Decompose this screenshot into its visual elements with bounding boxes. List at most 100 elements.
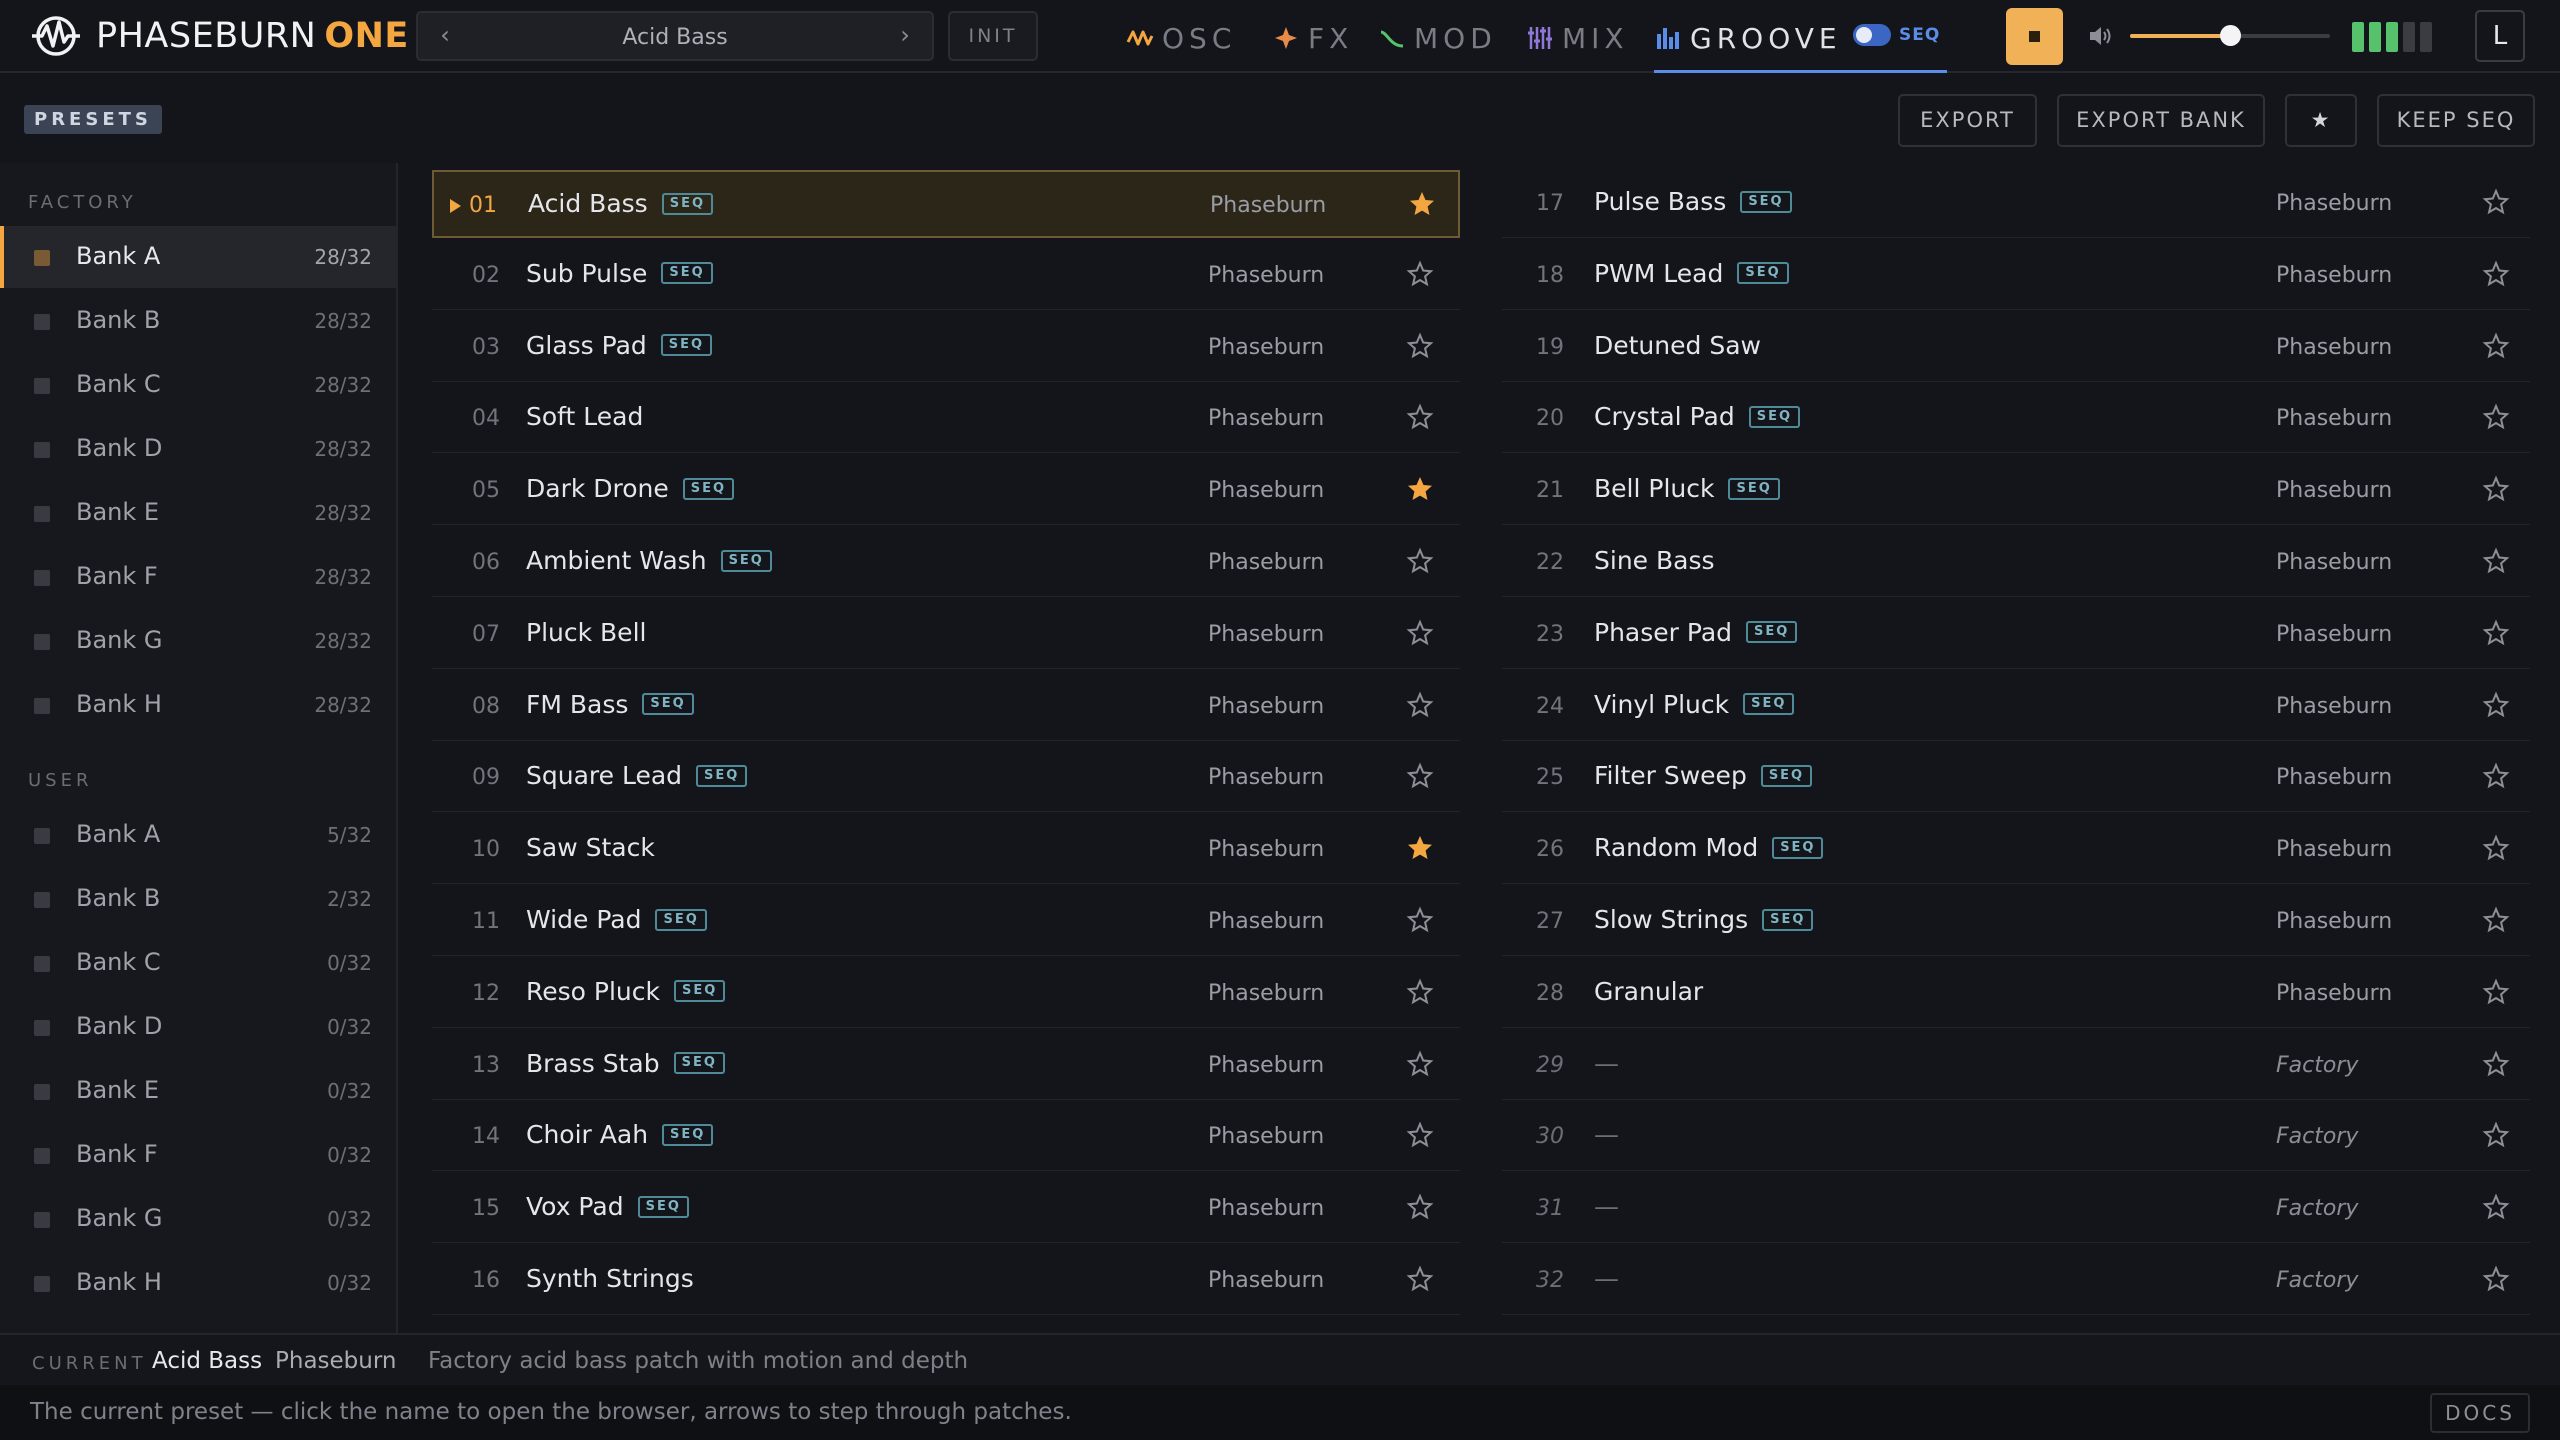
preset-row[interactable]: 26 Random Mod SEQ Phaseburn	[1502, 816, 2530, 885]
current-preset-name[interactable]: Acid Bass	[152, 1348, 262, 1374]
preset-row[interactable]: 16 Synth Strings Phaseburn	[432, 1247, 1460, 1315]
bank-item[interactable]: Bank A 28/32	[0, 226, 396, 288]
export-button[interactable]: EXPORT	[1898, 94, 2037, 147]
bank-item[interactable]: Bank H 0/32	[0, 1252, 396, 1314]
empty-preset-slot[interactable]: 29 — Factory	[1502, 1032, 2530, 1100]
favorite-star-icon[interactable]	[2482, 475, 2510, 503]
bank-item[interactable]: Bank H 28/32	[0, 674, 396, 736]
favorite-star-icon[interactable]	[2482, 332, 2510, 360]
lock-button[interactable]: L	[2475, 10, 2525, 62]
tab-fx[interactable]: FX	[1272, 18, 1353, 58]
docs-button[interactable]: DOCS	[2430, 1393, 2530, 1433]
preset-row[interactable]: 05 Dark Drone SEQ Phaseburn	[432, 457, 1460, 526]
tab-mix[interactable]: MIX	[1526, 18, 1629, 58]
preset-row[interactable]: 19 Detuned Saw Phaseburn	[1502, 314, 2530, 382]
favorite-star-icon[interactable]	[2482, 906, 2510, 934]
bank-item[interactable]: Bank G 0/32	[0, 1188, 396, 1250]
preset-row[interactable]: 04 Soft Lead Phaseburn	[432, 385, 1460, 454]
volume-knob[interactable]	[2220, 25, 2241, 46]
tab-osc[interactable]: OSC	[1126, 18, 1236, 58]
favorite-star-icon[interactable]	[2482, 260, 2510, 288]
favorite-star-icon[interactable]	[1406, 1265, 1434, 1293]
favorite-star-icon[interactable]	[1406, 260, 1434, 288]
favorite-star-icon[interactable]	[1406, 906, 1434, 934]
preset-row[interactable]: 02 Sub Pulse SEQ Phaseburn	[432, 242, 1460, 310]
bank-item[interactable]: Bank G 28/32	[0, 610, 396, 672]
bank-item[interactable]: Bank E 28/32	[0, 482, 396, 544]
bank-item[interactable]: Bank C 28/32	[0, 354, 396, 416]
favorite-star-icon[interactable]	[2482, 691, 2510, 719]
seq-toggle-switch[interactable]	[1853, 24, 1891, 46]
preset-row[interactable]: 21 Bell Pluck SEQ Phaseburn	[1502, 457, 2530, 526]
bank-item[interactable]: Bank C 0/32	[0, 932, 396, 994]
preset-row[interactable]: 17 Pulse Bass SEQ Phaseburn	[1502, 170, 2530, 238]
preset-row[interactable]: 22 Sine Bass Phaseburn	[1502, 529, 2530, 597]
favorite-star-icon[interactable]	[1406, 619, 1434, 647]
keep-seq-button[interactable]: KEEP SEQ	[2377, 94, 2535, 147]
favorite-star-icon[interactable]	[1406, 332, 1434, 360]
favorite-star-icon[interactable]	[2482, 978, 2510, 1006]
bank-item[interactable]: Bank F 0/32	[0, 1124, 396, 1186]
preset-row[interactable]: 27 Slow Strings SEQ Phaseburn	[1502, 888, 2530, 956]
favorite-star-icon[interactable]	[2482, 188, 2510, 216]
favorite-star-icon[interactable]	[1406, 547, 1434, 575]
favorite-star-icon[interactable]	[2482, 834, 2510, 862]
favorite-star-icon[interactable]	[1406, 762, 1434, 790]
preset-row[interactable]: 08 FM Bass SEQ Phaseburn	[432, 673, 1460, 741]
preset-row[interactable]: 20 Crystal Pad SEQ Phaseburn	[1502, 385, 2530, 454]
favorite-star-icon[interactable]	[2482, 762, 2510, 790]
favorite-star-icon[interactable]	[2482, 1265, 2510, 1293]
preset-row[interactable]: 25 Filter Sweep SEQ Phaseburn	[1502, 744, 2530, 813]
tab-mod[interactable]: MOD	[1378, 18, 1497, 58]
preset-row[interactable]: 15 Vox Pad SEQ Phaseburn	[432, 1175, 1460, 1244]
empty-preset-slot[interactable]: 30 — Factory	[1502, 1103, 2530, 1172]
preset-row[interactable]: 24 Vinyl Pluck SEQ Phaseburn	[1502, 673, 2530, 741]
favorite-star-icon[interactable]	[2482, 1193, 2510, 1221]
bank-item[interactable]: Bank D 0/32	[0, 996, 396, 1058]
stop-button[interactable]	[2006, 8, 2063, 65]
favorite-star-icon[interactable]	[2482, 619, 2510, 647]
preset-row[interactable]: 14 Choir Aah SEQ Phaseburn	[432, 1103, 1460, 1172]
preset-row[interactable]: 12 Reso Pluck SEQ Phaseburn	[432, 960, 1460, 1028]
favorite-star-filled-icon[interactable]	[1406, 834, 1434, 862]
bank-item[interactable]: Bank D 28/32	[0, 418, 396, 480]
bank-item[interactable]: Bank F 28/32	[0, 546, 396, 608]
favorite-star-icon[interactable]	[2482, 547, 2510, 575]
preset-row[interactable]: 09 Square Lead SEQ Phaseburn	[432, 744, 1460, 813]
favorite-star-icon[interactable]	[1406, 403, 1434, 431]
init-button[interactable]: INIT	[948, 11, 1038, 61]
bank-item[interactable]: Bank B 2/32	[0, 868, 396, 930]
export-bank-button[interactable]: EXPORT BANK	[2057, 94, 2265, 147]
preset-row[interactable]: 13 Brass Stab SEQ Phaseburn	[432, 1032, 1460, 1100]
next-preset-button[interactable]: ›	[890, 21, 920, 49]
empty-preset-slot[interactable]: 32 — Factory	[1502, 1247, 2530, 1315]
prev-preset-button[interactable]: ‹	[430, 21, 460, 49]
favorite-star-icon[interactable]	[2482, 1121, 2510, 1149]
seq-toggle[interactable]: SEQ	[1853, 24, 1940, 46]
preset-row[interactable]: 11 Wide Pad SEQ Phaseburn	[432, 888, 1460, 956]
bank-item[interactable]: Bank E 0/32	[0, 1060, 396, 1122]
volume-slider[interactable]	[2130, 25, 2330, 46]
preset-row[interactable]: 28 Granular Phaseburn	[1502, 960, 2530, 1028]
preset-row[interactable]: 07 Pluck Bell Phaseburn	[432, 601, 1460, 669]
preset-row[interactable]: 06 Ambient Wash SEQ Phaseburn	[432, 529, 1460, 597]
empty-preset-slot[interactable]: 31 — Factory	[1502, 1175, 2530, 1244]
favorite-star-icon[interactable]	[1406, 1193, 1434, 1221]
favorite-star-icon[interactable]	[1406, 1121, 1434, 1149]
favorite-star-filled-icon[interactable]	[1408, 190, 1436, 218]
bank-item[interactable]: Bank B 28/32	[0, 290, 396, 352]
preset-name-button[interactable]: Acid Bass	[478, 25, 872, 50]
bank-item[interactable]: Bank A 5/32	[0, 804, 396, 866]
tab-groove[interactable]: GROOVE	[1654, 18, 1842, 58]
preset-row[interactable]: 03 Glass Pad SEQ Phaseburn	[432, 314, 1460, 382]
preset-row[interactable]: 18 PWM Lead SEQ Phaseburn	[1502, 242, 2530, 310]
preset-row[interactable]: 10 Saw Stack Phaseburn	[432, 816, 1460, 885]
favorite-star-icon[interactable]	[1406, 1050, 1434, 1078]
favorite-filter-button[interactable]: ★	[2285, 94, 2357, 147]
preset-row[interactable]: 01 Acid Bass SEQ Phaseburn	[432, 170, 1460, 238]
favorite-star-icon[interactable]	[2482, 1050, 2510, 1078]
preset-row[interactable]: 23 Phaser Pad SEQ Phaseburn	[1502, 601, 2530, 669]
favorite-star-icon[interactable]	[1406, 978, 1434, 1006]
favorite-star-filled-icon[interactable]	[1406, 475, 1434, 503]
favorite-star-icon[interactable]	[2482, 403, 2510, 431]
